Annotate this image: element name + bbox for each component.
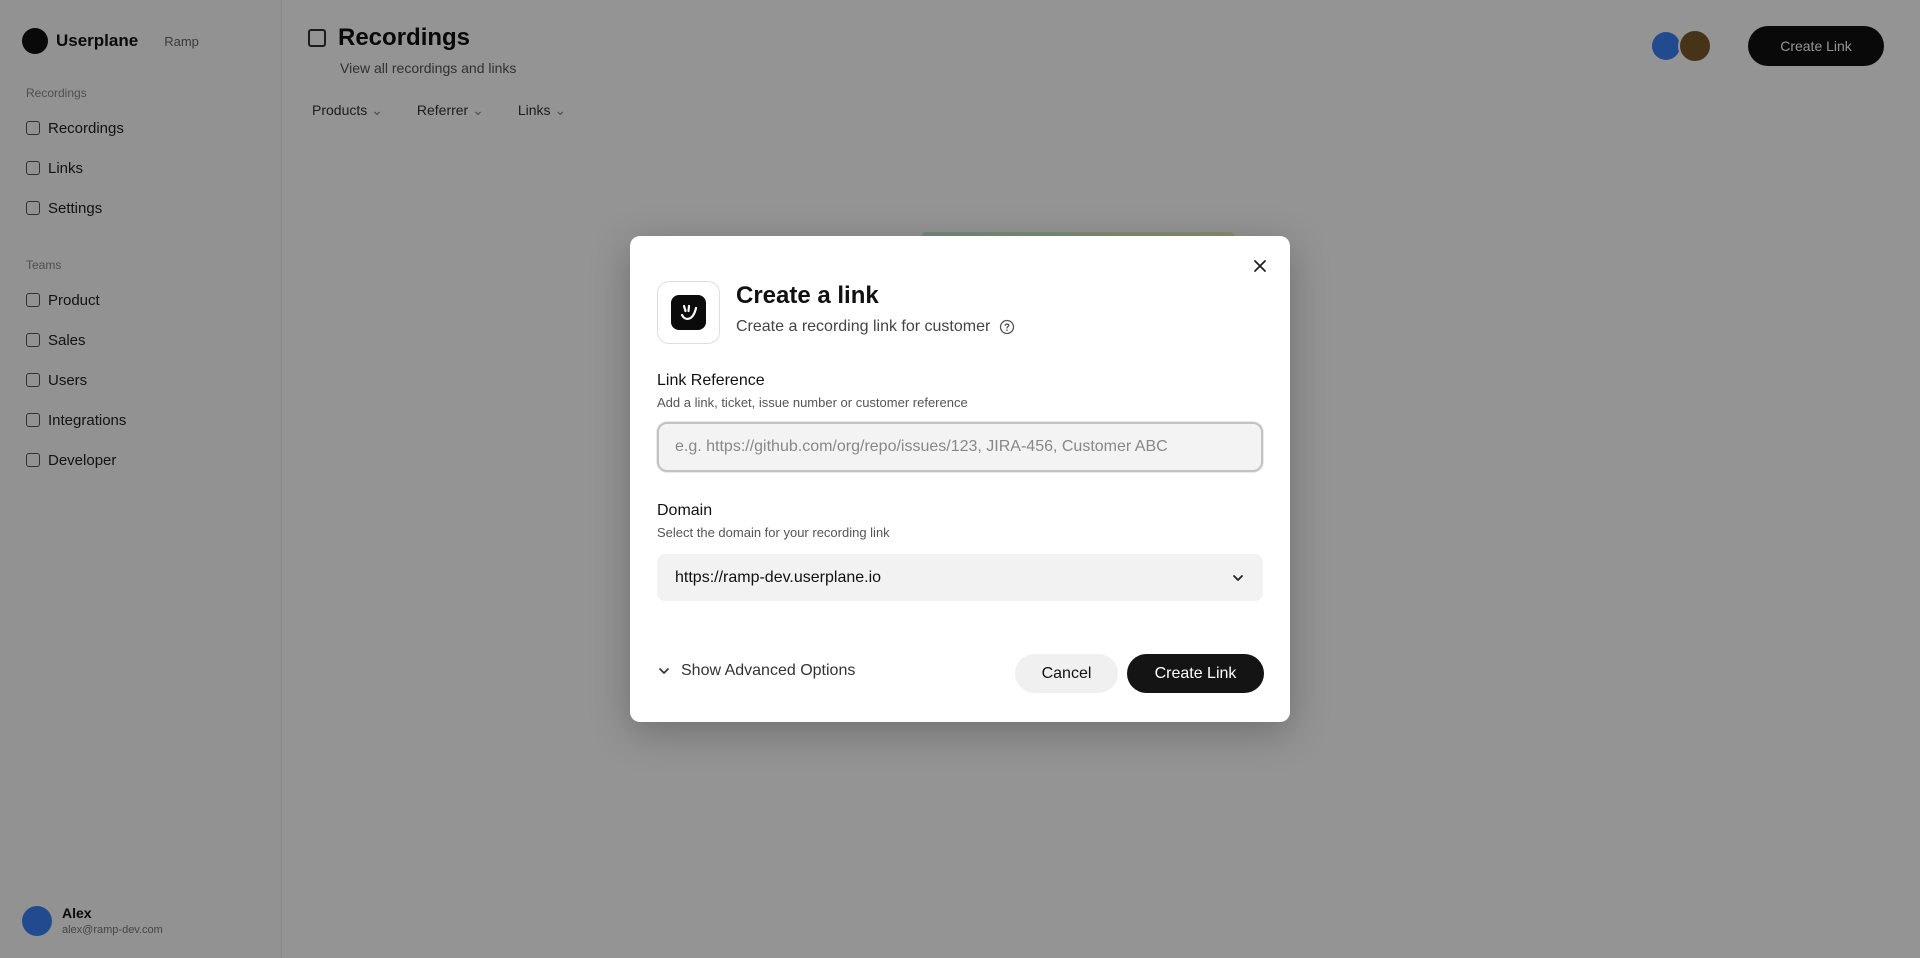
domain-label: Domain: [657, 502, 713, 519]
link-reference-input[interactable]: [657, 422, 1263, 472]
chevron-down-icon: [659, 668, 669, 674]
dialog-title: Create a link: [736, 282, 879, 309]
app-root: Userplane Ramp Recordings Recordings Lin…: [0, 0, 1920, 958]
dialog-subtitle-text: Create a recording link for customer: [736, 318, 991, 335]
advanced-options-label: Show Advanced Options: [681, 662, 856, 679]
domain-select-value: https://ramp-dev.userplane.io: [675, 568, 882, 586]
create-link-button[interactable]: Create Link: [1127, 654, 1264, 693]
chevron-down-icon: [1231, 571, 1245, 585]
close-button[interactable]: [1248, 254, 1272, 278]
cancel-button[interactable]: Cancel: [1015, 654, 1118, 693]
create-link-dialog: Create a link Create a recording link fo…: [630, 236, 1290, 722]
app-logo: [657, 281, 720, 344]
link-reference-help: Add a link, ticket, issue number or cust…: [657, 395, 968, 410]
domain-help: Select the domain for your recording lin…: [657, 525, 890, 540]
close-icon: [1254, 260, 1266, 272]
advanced-options-toggle[interactable]: Show Advanced Options: [657, 662, 855, 680]
help-circle-icon[interactable]: [999, 319, 1015, 335]
dialog-subtitle: Create a recording link for customer: [736, 318, 1015, 336]
domain-select[interactable]: https://ramp-dev.userplane.io: [657, 554, 1263, 601]
link-reference-label: Link Reference: [657, 372, 765, 389]
userplane-logo-icon: [671, 295, 706, 330]
